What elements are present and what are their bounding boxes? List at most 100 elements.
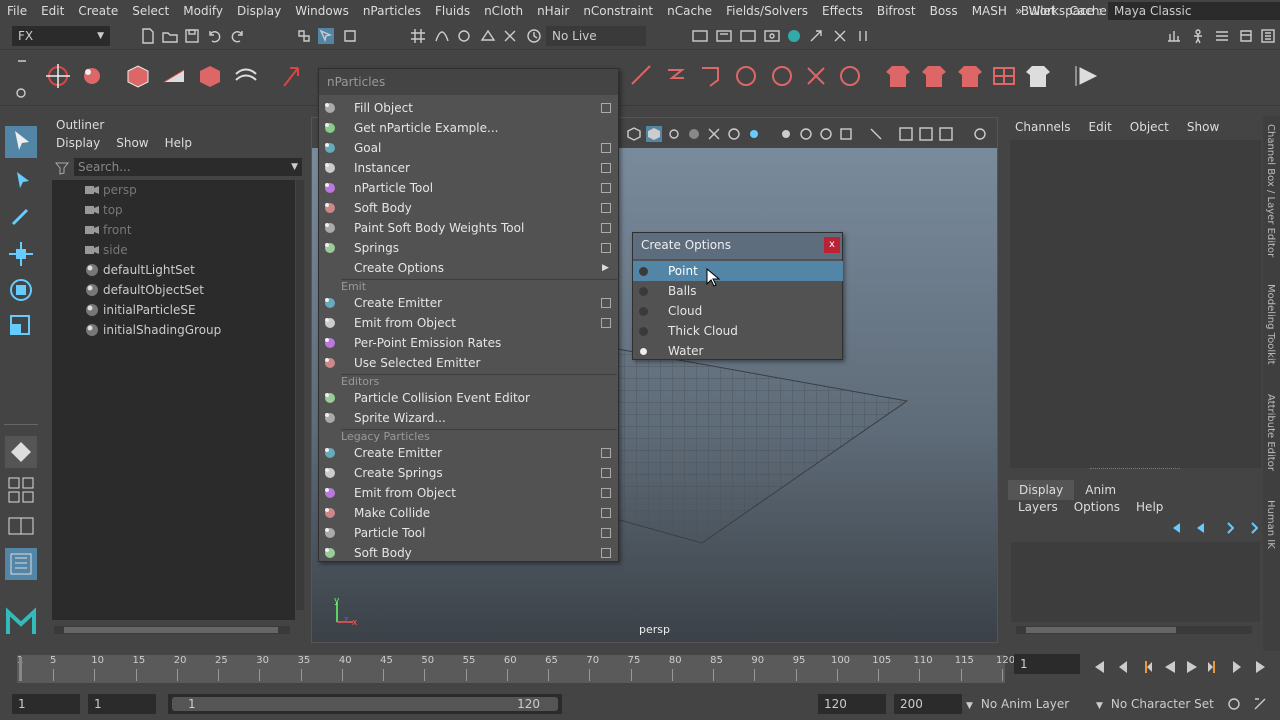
splitter-handle[interactable] [1090, 468, 1180, 472]
layer-tab-anim[interactable]: Anim [1074, 480, 1127, 500]
history-icon[interactable] [526, 28, 542, 44]
select-tool-icon[interactable] [5, 126, 37, 158]
menu-item-create-emitter[interactable]: Create Emitter [319, 293, 618, 313]
field-turbulence-icon[interactable] [662, 62, 690, 90]
menu-item-instancer[interactable]: Instancer [319, 158, 618, 178]
workspace-dropdown[interactable]: Maya Classic [1108, 2, 1280, 20]
menu-item-fill-object[interactable]: Fill Object [319, 98, 618, 118]
wireframe-icon[interactable] [626, 126, 642, 142]
outliner-item-initialshadinggroup[interactable]: initialShadingGroup [52, 320, 295, 340]
shirt-cache-icon[interactable] [1024, 62, 1052, 90]
attribute-editor-toggle-icon[interactable] [1214, 28, 1230, 44]
select-component-icon[interactable] [342, 28, 358, 44]
menu-modify[interactable]: Modify [176, 0, 230, 22]
gate-mask-icon[interactable] [838, 126, 854, 142]
menu-bifrost[interactable]: Bifrost [870, 0, 923, 22]
ipr-render-icon[interactable] [740, 28, 756, 44]
scale-tool-icon[interactable] [5, 310, 37, 342]
outliner-item-defaultlightset[interactable]: defaultLightSet [52, 260, 295, 280]
emitter-icon[interactable] [78, 62, 106, 90]
cloth-mesh-icon[interactable] [990, 62, 1018, 90]
menu-nhair[interactable]: nHair [530, 0, 576, 22]
time-slider-track[interactable]: 1510152025303540455055606570758085909510… [17, 655, 1015, 683]
hypershade-icon[interactable] [786, 28, 802, 44]
viewport-settings-icon[interactable] [972, 126, 988, 142]
option-box-icon[interactable] [601, 468, 611, 478]
menu-item-nparticle-tool[interactable]: nParticle Tool [319, 178, 618, 198]
side-tab-channel-box-layer-editor[interactable]: Channel Box / Layer Editor [1265, 124, 1276, 257]
menu-windows[interactable]: Windows [288, 0, 356, 22]
select-hierarchy-icon[interactable] [296, 28, 312, 44]
outliner-item-top[interactable]: top [52, 200, 295, 220]
constraint-tear-icon[interactable] [836, 62, 864, 90]
menu-boss[interactable]: Boss [923, 0, 965, 22]
modeling-toolkit-toggle-icon[interactable] [1166, 28, 1182, 44]
menu-create[interactable]: Create [71, 0, 125, 22]
shelf-settings-gear-icon[interactable] [14, 86, 28, 100]
step-back-key-icon[interactable] [1138, 659, 1154, 675]
option-box-icon[interactable] [601, 103, 611, 113]
workspace-selector[interactable]: » Workspace : Maya Classic [1015, 0, 1280, 22]
menu-nparticles[interactable]: nParticles [356, 0, 428, 22]
outliner-item-front[interactable]: front [52, 220, 295, 240]
menu-item-springs[interactable]: Springs [319, 238, 618, 258]
current-frame-field[interactable]: 1 [1014, 654, 1080, 674]
option-box-icon[interactable] [601, 318, 611, 328]
radio-button-icon[interactable] [640, 348, 647, 355]
resolution-gate-icon[interactable] [818, 126, 834, 142]
move-layer-down-icon[interactable] [1194, 520, 1208, 534]
create-option-water[interactable]: Water [633, 341, 843, 361]
option-box-icon[interactable] [601, 183, 611, 193]
menu-item-goal[interactable]: Goal [319, 138, 618, 158]
field-chart-icon[interactable] [868, 126, 884, 142]
channel-box-menu-object[interactable]: Object [1130, 120, 1169, 134]
channel-box-menu-edit[interactable]: Edit [1089, 120, 1112, 134]
grid-toggle-icon[interactable] [798, 126, 814, 142]
menu-item-make-collide[interactable]: Make Collide [319, 503, 618, 523]
ncloth-icon[interactable] [232, 62, 260, 90]
constraint-slide-icon[interactable] [768, 62, 796, 90]
safe-action-icon[interactable] [898, 126, 914, 142]
go-to-end-icon[interactable] [1254, 659, 1270, 675]
menu-item-create-springs[interactable]: Create Springs [319, 463, 618, 483]
lighting-icon[interactable] [666, 126, 682, 142]
redo-icon[interactable] [230, 28, 246, 44]
shadows-icon[interactable] [686, 126, 702, 142]
live-surface-field[interactable]: No Live Surface [546, 26, 646, 63]
menu-item-get-nparticle-example[interactable]: Get nParticle Example... [319, 118, 618, 138]
menu-edit[interactable]: Edit [34, 0, 71, 22]
menu-effects[interactable]: Effects [815, 0, 870, 22]
playblast-icon[interactable] [808, 28, 824, 44]
create-option-point[interactable]: Point [633, 261, 843, 281]
four-pane-layout-icon[interactable] [5, 474, 37, 506]
layer-menu-help[interactable]: Help [1136, 500, 1163, 514]
snap-view-plane-icon[interactable] [480, 28, 496, 44]
open-scene-icon[interactable] [162, 28, 178, 44]
option-box-icon[interactable] [601, 223, 611, 233]
outliner-search-input[interactable]: Search... ▼ [74, 158, 302, 176]
nparticles-menu-title[interactable]: nParticles [319, 69, 618, 95]
menuset-dropdown[interactable]: FX ▼ [12, 26, 110, 46]
pause-icon[interactable] [855, 28, 871, 44]
snap-point-icon[interactable] [456, 28, 472, 44]
safe-title-icon[interactable] [918, 126, 934, 142]
render-icon[interactable] [692, 28, 708, 44]
motion-blur-icon[interactable] [746, 126, 762, 142]
anim-layer-dropdown[interactable]: ▼ No Anim Layer [966, 694, 1106, 714]
layer-tab-display[interactable]: Display [1008, 480, 1075, 500]
constraint-icon[interactable] [696, 62, 724, 90]
fill-object-icon[interactable] [124, 62, 152, 90]
menu-item-emit-from-object[interactable]: Emit from Object [319, 313, 618, 333]
option-box-icon[interactable] [601, 548, 611, 558]
shelf-menu-icon[interactable] [18, 60, 26, 62]
menu-ncache[interactable]: nCache [660, 0, 719, 22]
option-box-icon[interactable] [601, 203, 611, 213]
option-box-icon[interactable] [601, 243, 611, 253]
move-tool-icon[interactable] [5, 238, 37, 270]
radio-button-icon[interactable] [639, 267, 648, 276]
menu-item-sprite-wizard[interactable]: Sprite Wizard... [319, 408, 618, 428]
menu-item-particle-collision-event-editor[interactable]: Particle Collision Event Editor [319, 388, 618, 408]
playback-start-field[interactable]: 1 [88, 694, 156, 714]
create-option-cloud[interactable]: Cloud [633, 301, 843, 321]
play-backwards-icon[interactable] [1162, 659, 1178, 675]
